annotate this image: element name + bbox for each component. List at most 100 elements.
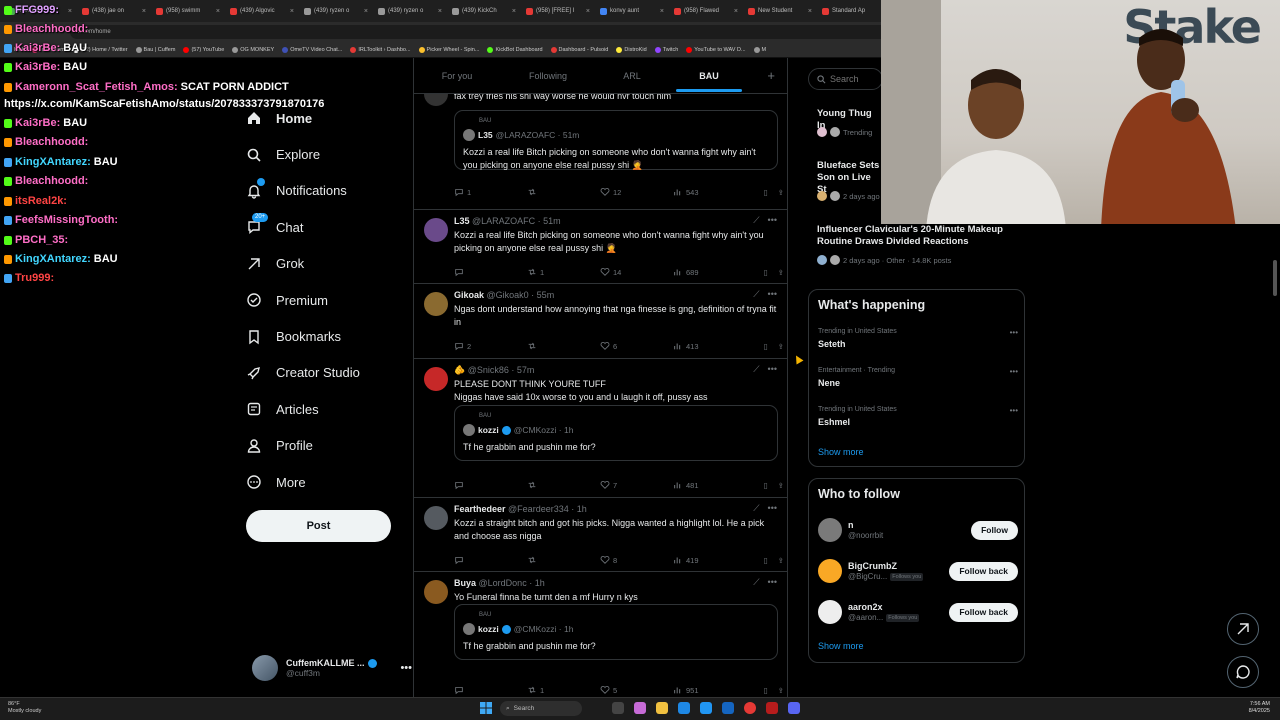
bookmark-item[interactable]: YouTube to WAV D... — [686, 46, 746, 53]
grok-icon[interactable]: ⟋ — [753, 364, 759, 375]
edge-icon[interactable] — [678, 702, 690, 714]
reply-button[interactable] — [454, 555, 527, 565]
file-explorer-icon[interactable] — [656, 702, 668, 714]
bookmark-item[interactable]: OmeTV Video Chat... — [282, 46, 342, 53]
like-button[interactable]: 5 — [600, 685, 673, 695]
browser-tab[interactable]: (439) ryzen o × — [300, 2, 372, 20]
repost-button[interactable] — [527, 480, 600, 490]
follow-name[interactable]: n — [848, 520, 883, 530]
browser-tab[interactable]: (958) swimm × — [152, 2, 224, 20]
trend-item[interactable]: Trending in United States Eshmel ••• — [818, 406, 1018, 427]
nav-item-more[interactable]: More — [246, 464, 406, 500]
close-icon[interactable]: × — [216, 8, 220, 15]
like-button[interactable]: 12 — [600, 187, 673, 197]
tweet[interactable]: Fearthedeer @Feardeer334 · 1h ⟋ ••• Kozzi a… — [414, 498, 787, 572]
follow-button[interactable]: Follow back — [949, 602, 1018, 622]
browser-tab[interactable]: New Student × — [744, 2, 816, 20]
tab-for-you[interactable]: For you — [414, 58, 500, 94]
tweet[interactable]: Gikoak @Gikoak0 · 55m ⟋ ••• Ngas dont under… — [414, 284, 787, 359]
weather-widget[interactable]: 86°F Mostly cloudy — [8, 701, 41, 715]
chrome-icon[interactable] — [744, 702, 756, 714]
tweet-author-handle[interactable]: @LordDonc · 1h — [479, 578, 545, 588]
tweet-author-name[interactable]: L35 — [454, 216, 470, 226]
close-icon[interactable]: × — [142, 8, 146, 15]
search-input[interactable] — [830, 74, 880, 84]
browser-tab[interactable]: (958) [FREE] I × — [522, 2, 594, 20]
avatar[interactable] — [818, 518, 842, 542]
grok-icon[interactable]: ⟋ — [753, 215, 759, 226]
bookmark-item[interactable]: OG MONKEY — [232, 46, 274, 53]
like-button[interactable]: 7 — [600, 480, 673, 490]
browser-tab[interactable]: IRLToolkit × — [4, 2, 76, 20]
bookmark-item[interactable]: (12) Home / Twitter — [72, 46, 128, 53]
more-icon[interactable]: ••• — [1010, 406, 1018, 415]
reply-button[interactable]: 2 — [454, 341, 527, 351]
close-icon[interactable]: × — [808, 8, 812, 15]
browser-tab[interactable]: (958) Flawed × — [670, 2, 742, 20]
clock[interactable]: 7:56 AM 8/4/2025 — [1249, 701, 1270, 715]
trend-item[interactable]: Trending in United States Seteth ••• — [818, 328, 1018, 349]
bookmark-item[interactable]: KickBot Dashboard — [487, 46, 543, 53]
close-icon[interactable]: × — [586, 8, 590, 15]
taskbar-search[interactable]: ⌕ Search — [500, 701, 582, 716]
app-icon[interactable] — [634, 702, 646, 714]
nav-item-notifications[interactable]: Notifications — [246, 173, 406, 209]
nav-item-explore[interactable]: Explore — [246, 136, 406, 172]
avatar[interactable] — [818, 559, 842, 583]
task-view-icon[interactable] — [612, 702, 624, 714]
bookmark-item[interactable]: Instagram — [32, 46, 65, 53]
browser-tab[interactable]: (439) KickCh × — [448, 2, 520, 20]
repost-button[interactable] — [527, 341, 600, 351]
post-button[interactable]: Post — [246, 510, 391, 542]
search-box[interactable] — [808, 68, 883, 90]
bookmark-icon[interactable]: ▯ — [764, 686, 768, 695]
scrollbar[interactable] — [1272, 230, 1278, 696]
mail-icon[interactable] — [722, 702, 734, 714]
nav-item-articles[interactable]: Articles — [246, 391, 406, 427]
messages-button[interactable] — [1227, 656, 1259, 688]
more-icon[interactable]: ••• — [768, 215, 777, 226]
bookmark-item[interactable]: Bau | Cuffem — [135, 46, 175, 53]
avatar[interactable] — [818, 600, 842, 624]
reply-button[interactable]: 1 — [454, 187, 527, 197]
repost-button[interactable] — [527, 555, 600, 565]
quoted-tweet[interactable]: BAU kozzi @CMKozzi · 1h Tf he grabbin and p… — [454, 604, 778, 660]
quoted-tweet[interactable]: BAU kozzi @CMKozzi · 1h Tf he grabbin and p… — [454, 405, 778, 461]
follow-suggestion[interactable]: n @noorrbit Follow — [818, 515, 1018, 545]
tweet[interactable]: L35 @LARAZOAFC · 51m ⟋ ••• Kozzi a real lif… — [414, 210, 787, 284]
avatar[interactable] — [424, 218, 448, 242]
show-more-link[interactable]: Show more — [818, 641, 864, 651]
reply-button[interactable] — [454, 480, 527, 490]
follow-button[interactable]: Follow — [971, 520, 1018, 540]
browser-tab[interactable]: (439) Algovic × — [226, 2, 298, 20]
avatar[interactable] — [424, 580, 448, 604]
close-icon[interactable]: × — [364, 8, 368, 15]
nav-item-home[interactable]: Home — [246, 100, 406, 136]
like-button[interactable]: 8 — [600, 555, 673, 565]
views-button[interactable]: 951 — [673, 685, 746, 695]
browser-tab[interactable]: (439) ryzen o × — [374, 2, 446, 20]
bookmark-icon[interactable]: ▯ — [764, 188, 768, 197]
nav-item-premium[interactable]: Premium — [246, 282, 406, 318]
close-icon[interactable]: × — [68, 8, 72, 15]
follow-button[interactable]: Follow back — [949, 561, 1018, 581]
nav-item-bookmarks[interactable]: Bookmarks — [246, 318, 406, 354]
avatar[interactable] — [424, 292, 448, 316]
bookmark-item[interactable]: Picker Wheel - Spin... — [418, 46, 479, 53]
share-icon[interactable]: ⇪ — [778, 268, 784, 277]
tweet-author-handle[interactable]: @LARAZOAFC · 51m — [472, 216, 561, 226]
grok-button[interactable] — [1227, 613, 1259, 645]
close-icon[interactable]: × — [438, 8, 442, 15]
repost-button[interactable] — [527, 187, 600, 197]
browser-tab[interactable]: Standard Ap× — [818, 2, 890, 20]
repost-button[interactable]: 1 — [527, 685, 600, 695]
bookmark-item[interactable]: M — [753, 46, 766, 53]
tweet-author-handle[interactable]: @Feardeer334 · 1h — [508, 504, 587, 514]
show-more-link[interactable]: Show more — [818, 447, 864, 457]
share-icon[interactable]: ⇪ — [778, 481, 784, 490]
more-icon[interactable]: ••• — [768, 364, 777, 375]
bookmark-item[interactable]: IRLToolkit › Dashbo... — [350, 46, 411, 53]
share-icon[interactable]: ⇪ — [778, 556, 784, 565]
scrollbar-thumb[interactable] — [1273, 260, 1277, 296]
tweet[interactable]: Buya @LordDonc · 1h ⟋ ••• Yo Funeral finna … — [414, 572, 787, 698]
